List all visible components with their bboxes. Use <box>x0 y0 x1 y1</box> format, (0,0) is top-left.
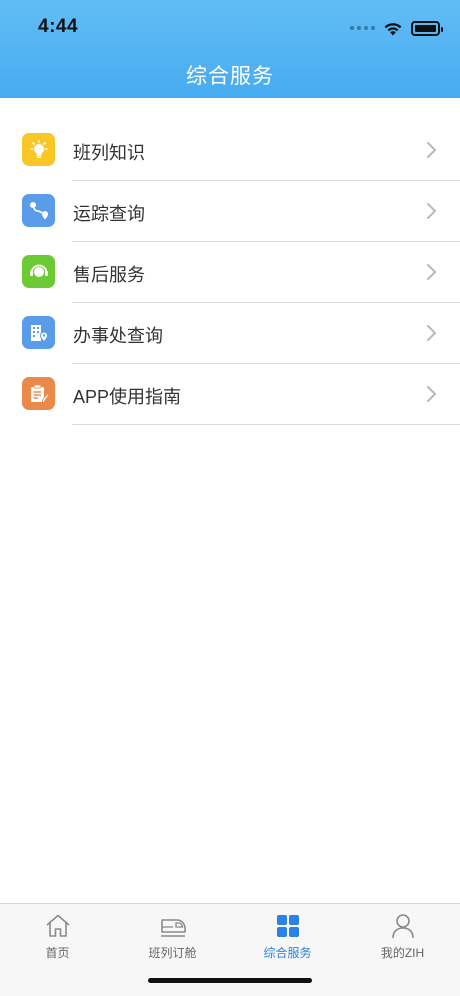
user-icon <box>391 914 414 939</box>
menu-item-label: APP使用指南 <box>73 387 182 407</box>
signal-dots-icon <box>350 26 375 30</box>
header-bar: 4:44 综合服务 <box>0 0 460 98</box>
page-title: 综合服务 <box>186 65 274 88</box>
status-indicators <box>350 18 443 38</box>
train-icon <box>160 919 186 937</box>
home-indicator <box>148 978 312 983</box>
tab-label: 首页 <box>45 946 70 960</box>
menu-item-train-knowledge[interactable]: 班列知识 <box>0 120 460 181</box>
guide-edit-icon <box>22 377 55 410</box>
battery-icon <box>411 20 443 36</box>
menu-item-tracking[interactable]: 运踪查询 <box>0 181 460 242</box>
tab-label: 班列订舱 <box>148 946 197 960</box>
chevron-right-icon <box>427 142 437 158</box>
tab-integrated-services[interactable]: 综合服务 <box>230 904 345 974</box>
menu-item-label: 办事处查询 <box>73 326 163 346</box>
menu-item-app-guide[interactable]: APP使用指南 <box>0 364 460 425</box>
tab-my-zih[interactable]: 我的ZIH <box>345 904 460 974</box>
route-icon <box>22 194 55 227</box>
grid-icon <box>276 915 299 937</box>
office-location-icon <box>22 316 55 349</box>
home-icon <box>45 914 70 937</box>
tab-label: 我的ZIH <box>380 946 425 960</box>
chevron-right-icon <box>427 386 437 402</box>
tab-label: 综合服务 <box>263 946 312 960</box>
menu-item-label: 班列知识 <box>73 143 145 163</box>
lightbulb-icon <box>22 133 55 166</box>
headset-icon <box>22 255 55 288</box>
row-divider <box>72 424 460 425</box>
menu-item-label: 售后服务 <box>73 265 145 285</box>
status-time: 4:44 <box>38 16 79 37</box>
tab-home[interactable]: 首页 <box>0 904 115 974</box>
menu-item-office-query[interactable]: 办事处查询 <box>0 303 460 364</box>
menu-item-after-sales[interactable]: 售后服务 <box>0 242 460 303</box>
chevron-right-icon <box>427 203 437 219</box>
wifi-icon <box>384 22 402 35</box>
menu-item-label: 运踪查询 <box>73 204 145 224</box>
tab-train-booking[interactable]: 班列订舱 <box>115 904 230 974</box>
chevron-right-icon <box>427 325 437 341</box>
service-menu-list: 班列知识 运踪查询 售后服务 办事处查询 APP使用指南 <box>0 120 460 425</box>
chevron-right-icon <box>427 264 437 280</box>
